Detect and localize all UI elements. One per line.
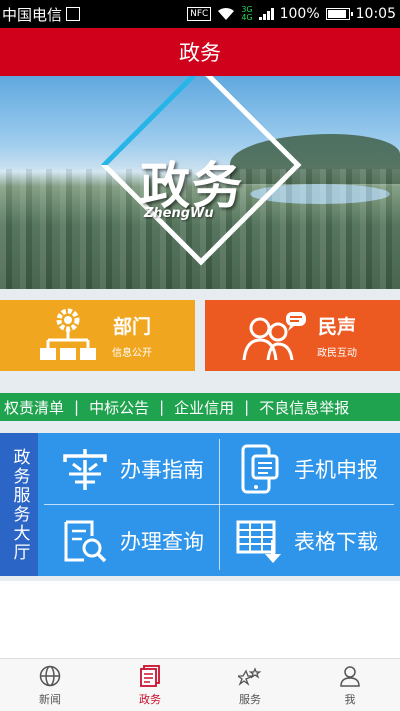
progress-query-button[interactable]: 办理查询 <box>38 505 219 576</box>
sim-icon <box>66 7 81 21</box>
banner-image[interactable]: 政务 ZhengWu <box>0 76 400 289</box>
org-chart-gear-icon <box>28 306 108 366</box>
carrier-info: 中国电信 <box>2 4 81 25</box>
tab-news-label: 新闻 <box>39 692 61 706</box>
service-guide-label: 办事指南 <box>120 457 204 482</box>
quick-links-bar: 权责清单 | 中标公告 | 企业信用 | 不良信息举报 <box>0 393 400 421</box>
network-bottom-label: 4G <box>241 13 253 22</box>
wifi-icon <box>218 7 235 20</box>
quick-link-separator: | <box>159 398 165 416</box>
document-search-icon <box>50 511 120 571</box>
people-chat-icon <box>233 306 313 366</box>
department-tile-title: 部门 <box>112 316 151 338</box>
department-tile[interactable]: 部门 信息公开 <box>0 300 195 371</box>
public-voice-tile[interactable]: 民声 政民互动 <box>205 300 400 371</box>
service-guide-button[interactable]: 办事指南 <box>38 433 219 504</box>
form-download-button[interactable]: 表格下载 <box>220 505 400 576</box>
signal-icon <box>258 8 274 20</box>
battery-fill <box>327 10 346 18</box>
public-voice-tile-subtitle: 政民互动 <box>317 348 357 359</box>
tab-me-label: 我 <box>344 692 356 706</box>
globe-icon <box>38 664 62 688</box>
network-type-icon: 3G 4G <box>241 6 252 22</box>
quick-link-separator: | <box>244 398 250 416</box>
tab-government[interactable]: 政务 <box>100 659 200 711</box>
mobile-apply-label: 手机申报 <box>294 457 378 482</box>
nfc-icon: NFC <box>187 7 212 21</box>
battery-icon <box>325 8 353 20</box>
status-bar: 中国电信 NFC 3G 4G 100% 10:05 <box>0 0 400 28</box>
quick-link-bid-notice[interactable]: 中标公告 <box>85 397 153 418</box>
document-stack-icon <box>138 664 162 688</box>
quick-link-report[interactable]: 不良信息举报 <box>255 397 353 418</box>
tab-news[interactable]: 新闻 <box>0 659 100 711</box>
service-hall-label: 政务服务大厅 <box>0 433 38 576</box>
department-tile-subtitle: 信息公开 <box>112 348 152 359</box>
public-voice-tile-text: 民声 政民互动 <box>317 312 357 359</box>
banner-subtitle: ZhengWu <box>144 206 214 221</box>
form-download-label: 表格下载 <box>294 529 378 554</box>
public-voice-tile-title: 民声 <box>317 316 356 338</box>
tab-me[interactable]: 我 <box>300 659 400 711</box>
quick-link-enterprise-credit[interactable]: 企业信用 <box>170 397 238 418</box>
mobile-apply-button[interactable]: 手机申报 <box>220 433 400 504</box>
service-hall-grid: 办事指南 手机申报 办理查询 表格下载 <box>38 433 400 576</box>
page-header: 政务 <box>0 28 400 76</box>
tab-services-label: 服务 <box>239 692 261 706</box>
bottom-tab-bar: 新闻 政务 服务 我 <box>0 658 400 711</box>
progress-query-label: 办理查询 <box>120 529 204 554</box>
carrier-name: 中国电信 <box>2 5 63 24</box>
user-icon <box>338 664 362 688</box>
table-download-icon <box>224 511 294 571</box>
guide-seal-icon <box>50 439 120 499</box>
page-title: 政务 <box>179 41 221 65</box>
quick-link-separator: | <box>74 398 80 416</box>
battery-percent: 100% <box>279 6 320 22</box>
mobile-form-icon <box>224 439 294 499</box>
tab-government-label: 政务 <box>139 692 161 706</box>
clock: 10:05 <box>355 6 396 22</box>
quick-link-powers-list[interactable]: 权责清单 <box>0 397 68 418</box>
status-right: NFC 3G 4G 100% 10:05 <box>187 6 396 22</box>
department-tile-text: 部门 信息公开 <box>112 312 152 359</box>
stars-service-icon <box>238 664 262 688</box>
tab-services[interactable]: 服务 <box>200 659 300 711</box>
